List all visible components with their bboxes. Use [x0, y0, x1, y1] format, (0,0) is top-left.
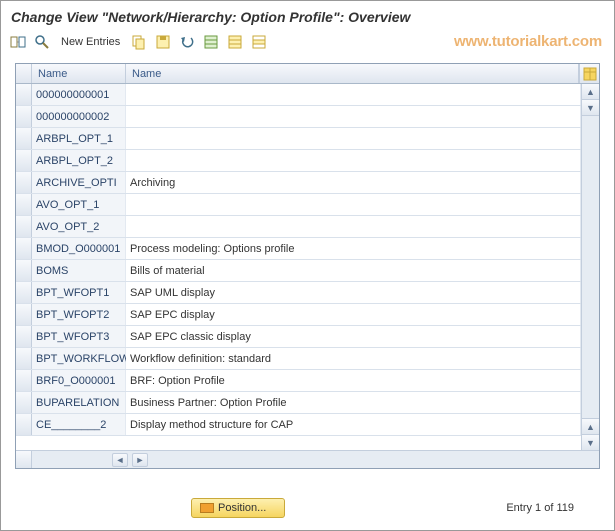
cell-name[interactable]: Workflow definition: standard [126, 348, 581, 369]
row-selector[interactable] [16, 260, 32, 281]
table-settings-icon[interactable] [579, 64, 599, 83]
table-row[interactable]: BOMSBills of material [16, 260, 581, 282]
cell-code[interactable]: BPT_WFOPT1 [32, 282, 126, 303]
scroll-down-step-icon[interactable]: ▲ [582, 418, 599, 434]
page-title: Change View "Network/Hierarchy: Option P… [1, 1, 614, 31]
table-row[interactable]: AVO_OPT_2 [16, 216, 581, 238]
undo-icon[interactable] [178, 33, 196, 51]
cell-name[interactable] [126, 84, 581, 105]
cell-name[interactable] [126, 106, 581, 127]
column-header-name[interactable]: Name [126, 64, 579, 83]
table-row[interactable]: BPT_WFOPT1SAP UML display [16, 282, 581, 304]
cell-name[interactable] [126, 194, 581, 215]
table-row[interactable]: BUPARELATIONBusiness Partner: Option Pro… [16, 392, 581, 414]
find-icon[interactable] [33, 33, 51, 51]
table-body: 000000000001000000000002ARBPL_OPT_1ARBPL… [16, 84, 599, 450]
cell-code[interactable]: 000000000002 [32, 106, 126, 127]
row-selector-header[interactable] [16, 64, 32, 83]
cell-code[interactable]: ARCHIVE_OPTI [32, 172, 126, 193]
row-selector[interactable] [16, 84, 32, 105]
copy-icon[interactable] [130, 33, 148, 51]
cell-name[interactable] [126, 128, 581, 149]
row-selector[interactable] [16, 326, 32, 347]
table-row[interactable]: 000000000002 [16, 106, 581, 128]
cell-name[interactable]: Business Partner: Option Profile [126, 392, 581, 413]
cell-code[interactable]: BMOD_O000001 [32, 238, 126, 259]
cell-name[interactable] [126, 216, 581, 237]
row-selector[interactable] [16, 348, 32, 369]
cell-code[interactable]: BPT_WFOPT3 [32, 326, 126, 347]
table-row[interactable]: 000000000001 [16, 84, 581, 106]
scroll-up-step-icon[interactable]: ▼ [582, 100, 599, 116]
position-label: Position... [218, 502, 266, 514]
row-selector[interactable] [16, 370, 32, 391]
table-row[interactable]: BPT_WORKFLOWWorkflow definition: standar… [16, 348, 581, 370]
cell-name[interactable]: BRF: Option Profile [126, 370, 581, 391]
hscroll-corner [16, 451, 32, 468]
watermark: www.tutorialkart.com [454, 33, 602, 50]
row-selector[interactable] [16, 282, 32, 303]
cell-code[interactable]: BUPARELATION [32, 392, 126, 413]
cell-code[interactable]: BPT_WFOPT2 [32, 304, 126, 325]
table-row[interactable]: BPT_WFOPT2SAP EPC display [16, 304, 581, 326]
new-entries-button[interactable]: New Entries [61, 36, 120, 48]
row-selector[interactable] [16, 194, 32, 215]
row-selector[interactable] [16, 128, 32, 149]
cell-code[interactable]: BOMS [32, 260, 126, 281]
table-row[interactable]: AVO_OPT_1 [16, 194, 581, 216]
cell-name[interactable] [126, 150, 581, 171]
table-row[interactable]: BMOD_O000001Process modeling: Options pr… [16, 238, 581, 260]
table-row[interactable]: BRF0_O000001BRF: Option Profile [16, 370, 581, 392]
row-selector[interactable] [16, 150, 32, 171]
table-row[interactable]: ARBPL_OPT_1 [16, 128, 581, 150]
scroll-up-icon[interactable]: ▲ [582, 84, 599, 100]
cell-code[interactable]: BRF0_O000001 [32, 370, 126, 391]
select-all-icon[interactable] [202, 33, 220, 51]
position-icon [200, 503, 214, 513]
cell-code[interactable]: ARBPL_OPT_1 [32, 128, 126, 149]
entry-count-label: Entry 1 of 119 [506, 502, 574, 514]
row-selector[interactable] [16, 304, 32, 325]
table-header: Name Name [16, 64, 599, 84]
table-row[interactable]: ARBPL_OPT_2 [16, 150, 581, 172]
cell-code[interactable]: BPT_WORKFLOW [32, 348, 126, 369]
row-selector[interactable] [16, 106, 32, 127]
row-selector[interactable] [16, 216, 32, 237]
cell-name[interactable]: Archiving [126, 172, 581, 193]
table-row[interactable]: ARCHIVE_OPTIArchiving [16, 172, 581, 194]
vertical-scrollbar[interactable]: ▲ ▼ ▲ ▼ [581, 84, 599, 450]
cell-code[interactable]: AVO_OPT_2 [32, 216, 126, 237]
save-icon[interactable] [154, 33, 172, 51]
toolbar: New Entries www.tutorialkart.com [1, 31, 614, 57]
cell-code[interactable]: 000000000001 [32, 84, 126, 105]
table-row[interactable]: CE________2Display method structure for … [16, 414, 581, 436]
select-block-icon[interactable] [226, 33, 244, 51]
row-selector[interactable] [16, 172, 32, 193]
data-table: Name Name 000000000001000000000002ARBPL_… [15, 63, 600, 469]
row-selector[interactable] [16, 238, 32, 259]
column-header-code[interactable]: Name [32, 64, 126, 83]
scroll-left-icon[interactable]: ◄ [112, 453, 128, 467]
deselect-all-icon[interactable] [250, 33, 268, 51]
table-row[interactable]: BPT_WFOPT3SAP EPC classic display [16, 326, 581, 348]
row-selector[interactable] [16, 392, 32, 413]
footer: Position... Entry 1 of 119 [1, 496, 614, 520]
cell-name[interactable]: Process modeling: Options profile [126, 238, 581, 259]
cell-code[interactable]: CE________2 [32, 414, 126, 435]
cell-code[interactable]: ARBPL_OPT_2 [32, 150, 126, 171]
other-view-icon[interactable] [9, 33, 27, 51]
cell-name[interactable]: Bills of material [126, 260, 581, 281]
cell-code[interactable]: AVO_OPT_1 [32, 194, 126, 215]
scroll-right-icon[interactable]: ► [132, 453, 148, 467]
position-button[interactable]: Position... [191, 498, 285, 518]
row-selector[interactable] [16, 414, 32, 435]
cell-name[interactable]: SAP EPC display [126, 304, 581, 325]
cell-name[interactable]: SAP UML display [126, 282, 581, 303]
cell-name[interactable]: SAP EPC classic display [126, 326, 581, 347]
cell-name[interactable]: Display method structure for CAP [126, 414, 581, 435]
scroll-down-icon[interactable]: ▼ [582, 434, 599, 450]
horizontal-scrollbar[interactable]: ◄ ► [16, 450, 599, 468]
